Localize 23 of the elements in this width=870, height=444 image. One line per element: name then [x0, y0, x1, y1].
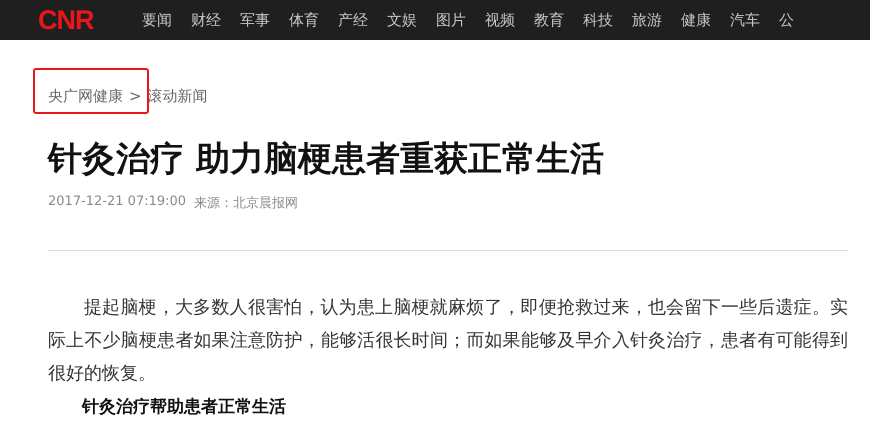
nav-link[interactable]: 旅游	[632, 10, 663, 30]
breadcrumb-link[interactable]: 滚动新闻	[148, 86, 208, 106]
publish-date: 2017-12-21 07:19:00	[48, 194, 186, 211]
nav-link[interactable]: 体育	[289, 10, 320, 30]
article-title: 针灸治疗 助力脑梗患者重获正常生活	[48, 138, 605, 180]
nav-link[interactable]: 产经	[338, 10, 369, 30]
nav-link[interactable]: 教育	[534, 10, 565, 30]
nav-link[interactable]: 视频	[485, 10, 516, 30]
nav-link[interactable]: 图片	[436, 10, 467, 30]
logo[interactable]: CNR	[38, 4, 114, 36]
nav-link[interactable]: 文娱	[387, 10, 418, 30]
nav-link[interactable]: 军事	[240, 10, 271, 30]
nav-link[interactable]: 财经	[191, 10, 222, 30]
nav-link[interactable]: 要闻	[142, 10, 173, 30]
nav-link[interactable]: 科技	[583, 10, 614, 30]
nav-link[interactable]: 公	[779, 10, 810, 30]
breadcrumb-link[interactable]: 央广网健康	[48, 86, 123, 106]
source-label: 来源：北京晨报网	[194, 195, 298, 212]
nav-link[interactable]: 健康	[681, 10, 712, 30]
nav-link[interactable]: 汽车	[730, 10, 761, 30]
paragraph: 提起脑梗，大多数人很害怕，认为患上脑梗就麻烦了，即便抢救过来，也会留下一些后遗症。实际上不少脑梗患者如果注意防护，能够活很长时间；而如果能够及早介入针灸治疗，患者有可能得到很好的恢复。	[48, 296, 848, 386]
section-heading: 针灸治疗帮助患者正常生活	[80, 396, 287, 418]
breadcrumb-separator: >	[129, 87, 142, 105]
